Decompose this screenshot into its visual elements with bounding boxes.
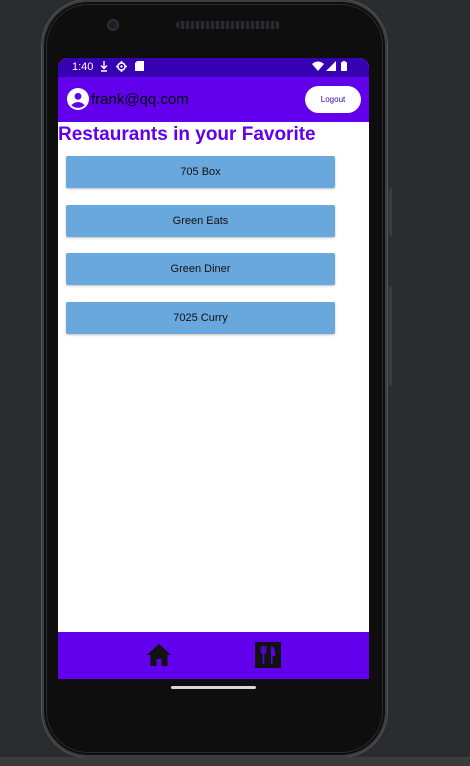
status-bar: 1:40 xyxy=(58,58,369,77)
restaurant-button[interactable]: 7025 Curry xyxy=(66,301,335,334)
app-screen: 1:40 frank@qq.com Logout Restaurants in … xyxy=(58,58,369,679)
restaurant-list: 705 Box Green Eats Green Diner 7025 Curr… xyxy=(66,156,335,350)
wifi-icon xyxy=(312,61,324,75)
account-circle-icon[interactable] xyxy=(67,88,89,110)
power-button xyxy=(389,188,392,236)
earpiece-speaker xyxy=(176,21,280,29)
front-camera xyxy=(107,19,119,31)
home-icon[interactable] xyxy=(146,642,172,668)
page-title: Restaurants in your Favorite xyxy=(58,124,316,145)
user-email: frank@qq.com xyxy=(91,91,189,108)
volume-button xyxy=(389,286,392,386)
sd-card-icon xyxy=(135,61,144,75)
restaurant-button[interactable]: Green Eats xyxy=(66,204,335,237)
restaurant-button[interactable]: Green Diner xyxy=(66,253,335,285)
battery-icon xyxy=(341,61,347,75)
home-indicator[interactable] xyxy=(171,686,256,689)
settings-icon xyxy=(116,61,127,76)
signal-icon xyxy=(326,61,336,75)
download-icon xyxy=(100,61,108,76)
restaurant-button[interactable]: 705 Box xyxy=(66,156,335,188)
bottom-navigation xyxy=(58,632,369,679)
bottom-strip xyxy=(0,757,470,766)
restaurant-icon[interactable] xyxy=(255,642,281,668)
logout-button[interactable]: Logout xyxy=(305,86,361,113)
status-time: 1:40 xyxy=(72,61,94,73)
app-bar: frank@qq.com Logout xyxy=(58,77,369,122)
